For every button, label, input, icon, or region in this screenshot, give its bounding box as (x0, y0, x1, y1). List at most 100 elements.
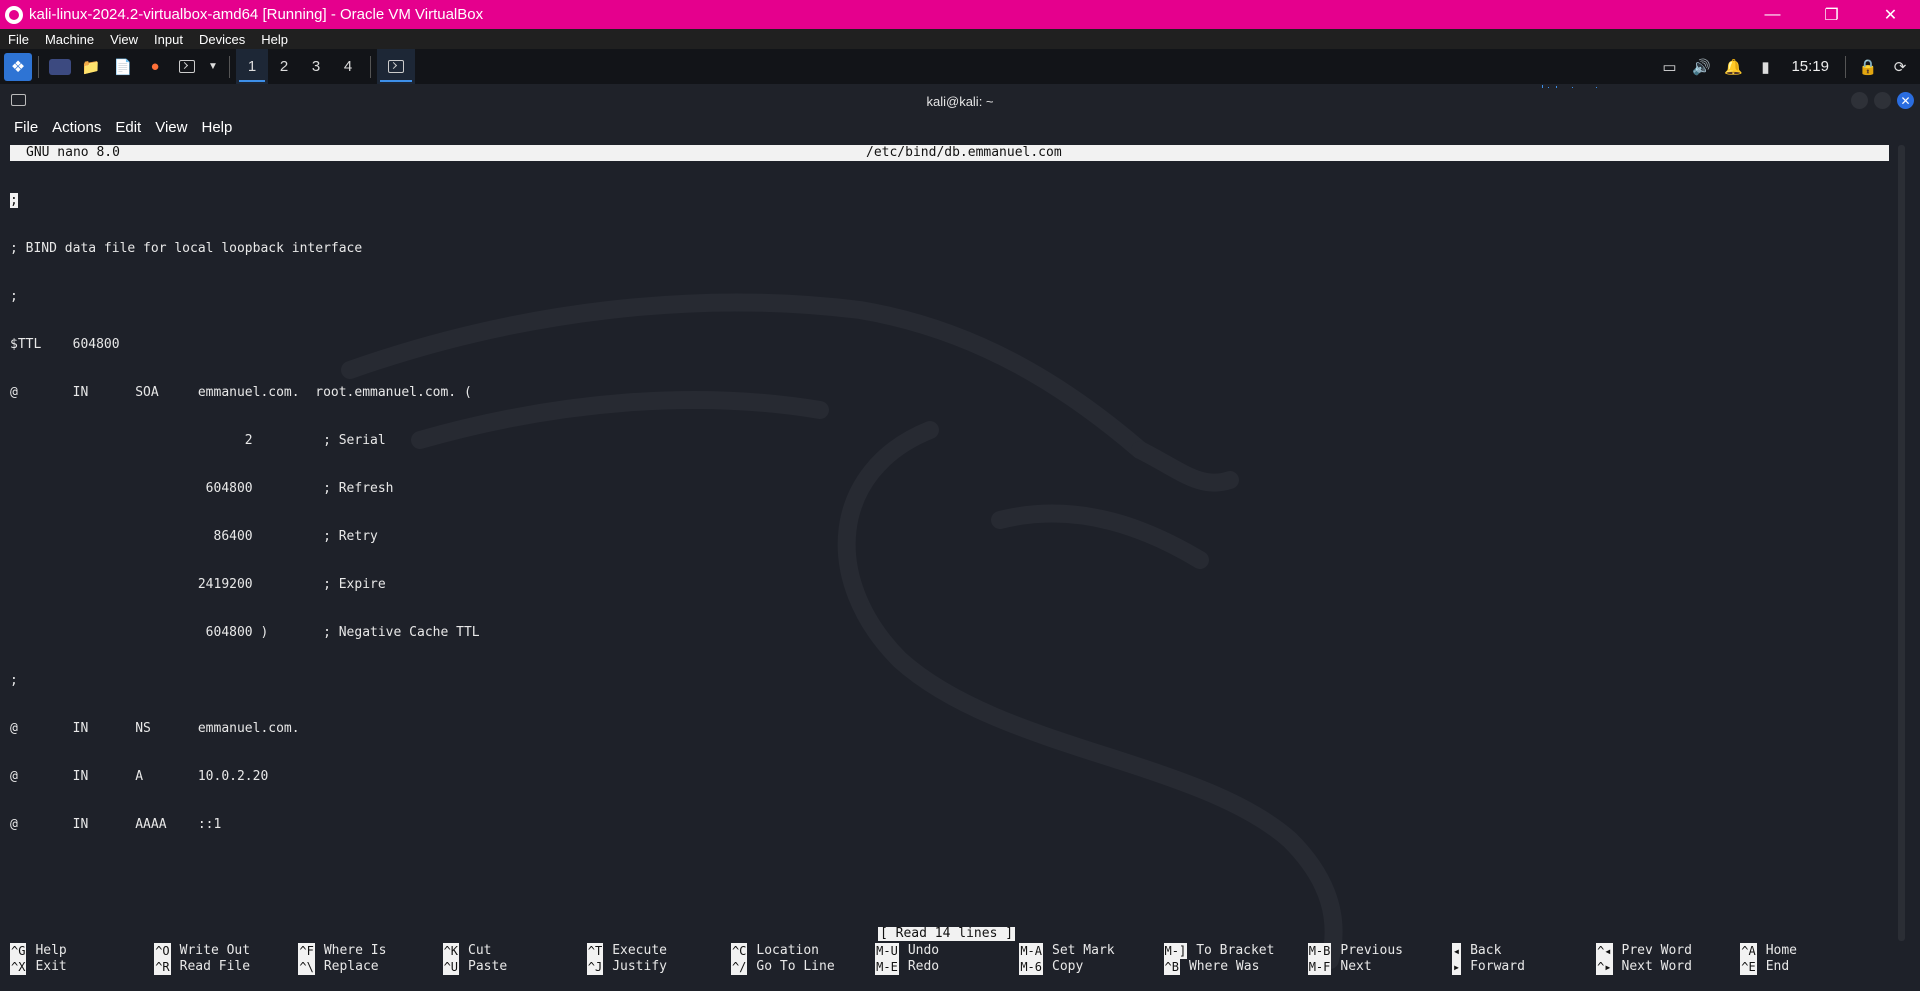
shortcut-key: ^A (1740, 943, 1757, 959)
editor-line[interactable]: ; (10, 673, 480, 689)
taskbar-terminal-button[interactable] (377, 49, 415, 84)
terminal-menu-actions[interactable]: Actions (45, 119, 108, 136)
terminal-menu-help[interactable]: Help (194, 119, 239, 136)
shortcut-item: M-A Set Mark (1019, 943, 1163, 959)
editor-line[interactable]: @ IN AAAA ::1 (10, 817, 480, 833)
editor-line[interactable]: 604800 ) ; Negative Cache TTL (10, 625, 480, 641)
vbox-menu-devices[interactable]: Devices (191, 32, 253, 47)
vbox-menu-view[interactable]: View (102, 32, 146, 47)
close-button[interactable]: ✕ (1861, 0, 1920, 29)
terminal-minimize-button[interactable] (1851, 92, 1868, 109)
restore-button[interactable]: ❐ (1802, 0, 1861, 29)
shortcut-item: ^A Home (1740, 943, 1884, 959)
terminal-window-controls: ✕ (1845, 92, 1914, 109)
shortcut-item: M-6 Copy (1019, 959, 1163, 975)
workspace-2[interactable]: 2 (268, 49, 300, 84)
file-manager-icon[interactable]: 📁 (79, 55, 103, 79)
editor-line[interactable]: @ IN SOA emmanuel.com. root.emmanuel.com… (10, 385, 480, 401)
nano-header-bar: GNU nano 8.0 /etc/bind/db.emmanuel.com (10, 145, 1889, 161)
shortcut-item: M-E Redo (875, 959, 1019, 975)
shortcut-key: M-B (1307, 943, 1332, 959)
shortcut-key: ^X (10, 959, 27, 975)
volume-icon[interactable]: 🔊 (1689, 55, 1713, 79)
terminal-close-button[interactable]: ✕ (1897, 92, 1914, 109)
shortcut-key: M-] (1163, 943, 1188, 959)
panel-separator (229, 55, 230, 78)
shortcut-key: ^R (154, 959, 171, 975)
workspace-4[interactable]: 4 (332, 49, 364, 84)
notifications-bell-icon[interactable]: 🔔 (1721, 55, 1745, 79)
clock[interactable]: 15:19 (1791, 58, 1829, 75)
terminal-titlebar: kali@kali: ~ ✕ (0, 88, 1920, 114)
terminal-menu-view[interactable]: View (148, 119, 194, 136)
firefox-icon[interactable]: ● (143, 55, 167, 79)
terminal-scrollbar[interactable] (1898, 145, 1905, 941)
shortcut-item: M-F Next (1307, 959, 1452, 975)
shortcut-item: ^G Help (10, 943, 154, 959)
terminal-icon (11, 94, 26, 106)
workspace-3[interactable]: 3 (300, 49, 332, 84)
shortcut-label: Copy (1052, 959, 1084, 974)
editor-line[interactable]: 604800 ; Refresh (10, 481, 480, 497)
editor-line[interactable]: 2419200 ; Expire (10, 577, 480, 593)
panel-separator (1845, 55, 1846, 78)
shortcut-label: Previous (1340, 943, 1403, 958)
text-editor-icon[interactable]: 📄 (111, 55, 135, 79)
terminal-menu-edit[interactable]: Edit (108, 119, 148, 136)
terminal-menubar: File Actions Edit View Help (0, 114, 1920, 140)
editor-line[interactable]: @ IN NS emmanuel.com. (10, 721, 480, 737)
terminal-menu-file[interactable]: File (7, 119, 45, 136)
panel-tray: ▭ 🔊 🔔 ▮ 15:19 🔒 ⟳ (1653, 49, 1920, 84)
shortcut-key: ^\ (298, 959, 315, 975)
chevron-down-icon[interactable]: ▼ (207, 55, 219, 79)
terminal-body[interactable]: GNU nano 8.0 /etc/bind/db.emmanuel.com ;… (0, 140, 1920, 991)
shortcut-key: M-A (1019, 943, 1043, 959)
shortcut-key: M-E (875, 959, 899, 975)
battery-icon[interactable]: ▮ (1753, 55, 1777, 79)
show-desktop-icon[interactable] (49, 58, 71, 75)
vbox-menu-help[interactable]: Help (253, 32, 296, 47)
panel-separator (370, 55, 371, 78)
editor-line[interactable]: ; (10, 289, 480, 305)
editor-line[interactable]: 2 ; Serial (10, 433, 480, 449)
vbox-menu-input[interactable]: Input (146, 32, 191, 47)
nano-filename: /etc/bind/db.emmanuel.com (866, 145, 1062, 160)
logout-icon[interactable]: ⟳ (1888, 55, 1912, 79)
shortcut-label: Execute (612, 943, 667, 958)
shortcut-item: ▸ Forward (1451, 959, 1596, 975)
editor-line[interactable]: $TTL 604800 (10, 337, 480, 353)
shortcut-label: End (1765, 959, 1790, 974)
shortcut-label: Paste (468, 959, 508, 974)
shortcut-key: ^O (154, 943, 171, 959)
shortcut-label: Exit (35, 959, 67, 974)
shortcut-label: Next (1340, 959, 1372, 974)
editor-line[interactable]: @ IN A 10.0.2.20 (10, 769, 480, 785)
workspace-1[interactable]: 1 (236, 49, 268, 84)
shortcut-item: ^E End (1740, 959, 1884, 975)
shortcut-label: Undo (907, 943, 940, 958)
shortcut-item: ^\ Replace (298, 959, 442, 975)
editor-line[interactable]: 86400 ; Retry (10, 529, 480, 545)
terminal-launcher-icon[interactable] (175, 55, 199, 79)
shortcut-item: ^X Exit (10, 959, 154, 975)
nano-editor-text[interactable]: ; ; BIND data file for local loopback in… (10, 161, 480, 865)
vbox-menu-machine[interactable]: Machine (37, 32, 102, 47)
shortcut-label: Next Word (1621, 959, 1692, 974)
kali-menu-dragon-icon[interactable]: ❖ (4, 52, 32, 81)
editor-line[interactable]: ; (10, 193, 480, 209)
kali-panel: ❖ 📁 📄 ● ▼ 1 2 3 4 ▭ 🔊 🔔 ▮ 15:19 🔒 ⟳ (0, 49, 1920, 93)
window-controls: — ❐ ✕ (1743, 0, 1920, 29)
nano-shortcut-bar: ^G Help ^O Write Out ^F Where Is ^K Cut ^T Execut… (10, 943, 1890, 975)
shortcut-key: ▸ (1451, 959, 1462, 975)
editor-line[interactable]: ; BIND data file for local loopback inte… (10, 241, 480, 257)
terminal-maximize-button[interactable] (1874, 92, 1891, 109)
terminal-icon (388, 60, 404, 73)
minimize-button[interactable]: — (1743, 0, 1802, 29)
shortcut-label: Forward (1470, 959, 1525, 974)
lock-icon[interactable]: 🔒 (1856, 55, 1880, 79)
display-icon[interactable]: ▭ (1657, 55, 1681, 79)
shortcut-key: ◂ (1451, 943, 1462, 959)
shortcut-label: Help (35, 943, 67, 958)
shortcut-item: ^◂ Prev Word (1596, 943, 1740, 959)
vbox-menu-file[interactable]: File (0, 32, 37, 47)
